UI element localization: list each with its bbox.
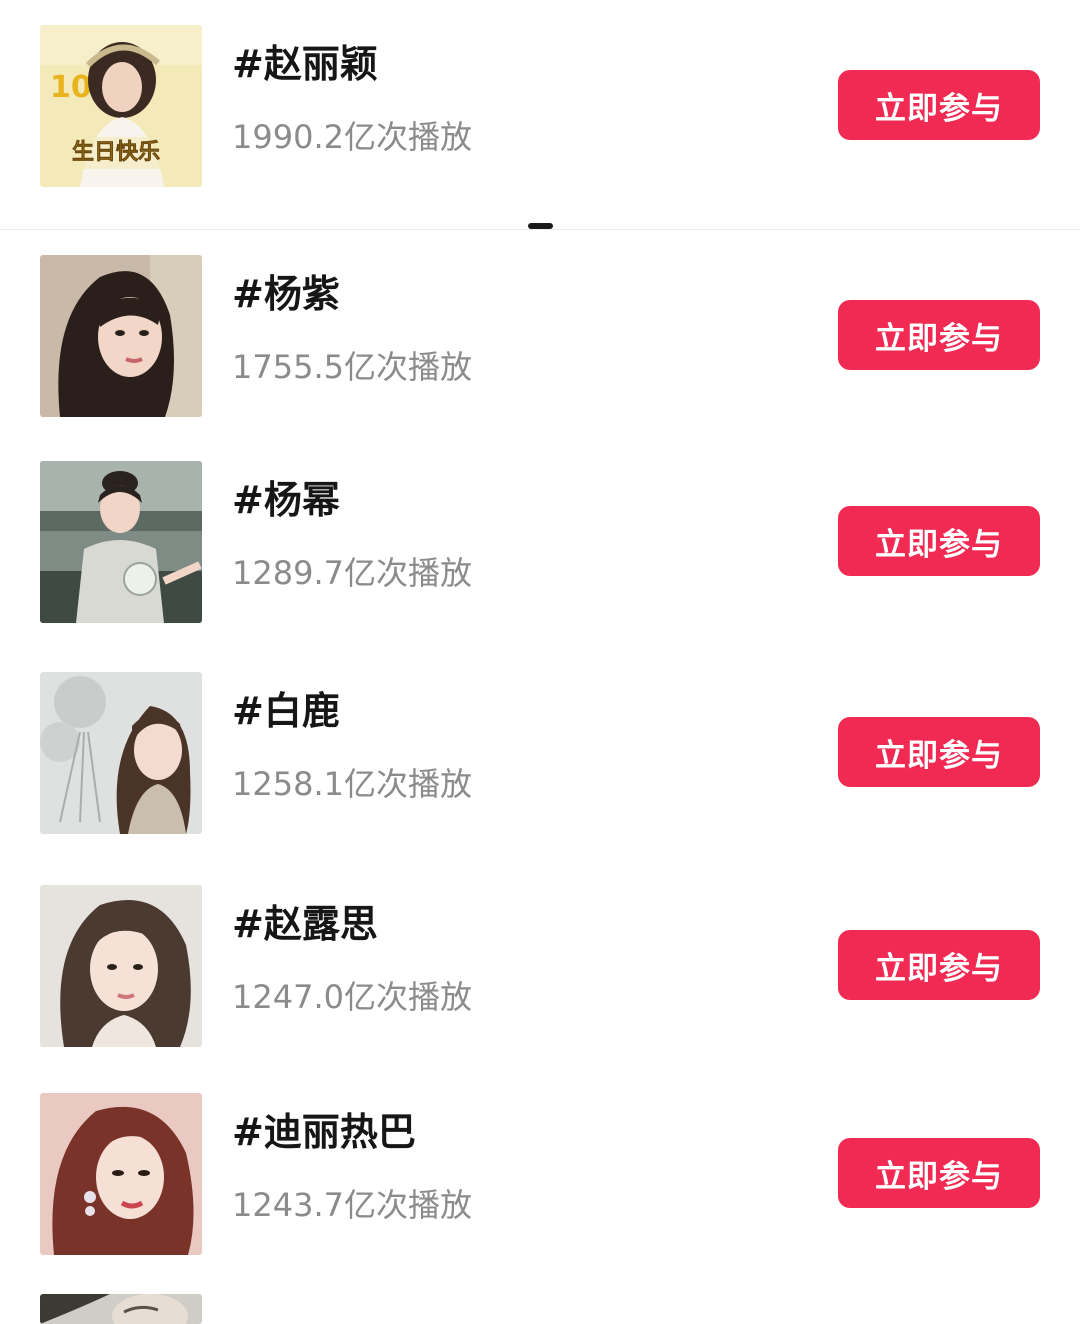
topic-title[interactable]: #杨紫 bbox=[232, 275, 340, 313]
join-button[interactable]: 立即参与 bbox=[838, 70, 1040, 140]
join-button[interactable]: 立即参与 bbox=[838, 1138, 1040, 1208]
topic-thumbnail[interactable] bbox=[40, 461, 202, 623]
topic-thumbnail[interactable] bbox=[40, 672, 202, 834]
avatar-photo bbox=[40, 672, 202, 834]
list-item[interactable]: #迪丽热巴 1243.7亿次播放 立即参与 bbox=[0, 1093, 1080, 1255]
divider bbox=[0, 229, 1080, 230]
avatar-photo bbox=[40, 1294, 202, 1324]
list-item[interactable] bbox=[0, 1294, 1080, 1324]
topic-thumbnail[interactable] bbox=[40, 885, 202, 1047]
join-button[interactable]: 立即参与 bbox=[838, 930, 1040, 1000]
play-count: 1247.0亿次播放 bbox=[232, 978, 472, 1016]
avatar-photo bbox=[40, 885, 202, 1047]
topic-list-screen: 1016 生日快乐 #赵丽颖 1990.2亿次播放 立即参与 bbox=[0, 0, 1080, 1324]
avatar-photo bbox=[40, 255, 202, 417]
topic-thumbnail[interactable] bbox=[40, 1294, 202, 1324]
topic-thumbnail[interactable] bbox=[40, 1093, 202, 1255]
topic-title[interactable]: #赵露思 bbox=[232, 905, 378, 943]
join-button[interactable]: 立即参与 bbox=[838, 300, 1040, 370]
join-button[interactable]: 立即参与 bbox=[838, 506, 1040, 576]
topic-title[interactable]: #赵丽颖 bbox=[232, 45, 378, 83]
avatar-photo bbox=[40, 461, 202, 623]
drag-handle-icon[interactable] bbox=[528, 223, 553, 229]
list-item[interactable]: #杨幂 1289.7亿次播放 立即参与 bbox=[0, 461, 1080, 623]
play-count: 1990.2亿次播放 bbox=[232, 118, 472, 156]
play-count: 1755.5亿次播放 bbox=[232, 348, 472, 386]
birthday-poster-image: 1016 生日快乐 bbox=[40, 25, 202, 187]
list-item[interactable]: #赵露思 1247.0亿次播放 立即参与 bbox=[0, 885, 1080, 1047]
play-count: 1258.1亿次播放 bbox=[232, 765, 472, 803]
topic-thumbnail[interactable] bbox=[40, 255, 202, 417]
list-item[interactable]: #白鹿 1258.1亿次播放 立即参与 bbox=[0, 672, 1080, 834]
play-count: 1243.7亿次播放 bbox=[232, 1186, 472, 1224]
topic-title[interactable]: #迪丽热巴 bbox=[232, 1113, 416, 1151]
join-button[interactable]: 立即参与 bbox=[838, 717, 1040, 787]
poster-caption: 生日快乐 bbox=[72, 140, 160, 165]
list-item[interactable]: #杨紫 1755.5亿次播放 立即参与 bbox=[0, 255, 1080, 417]
avatar-photo bbox=[40, 1093, 202, 1255]
play-count: 1289.7亿次播放 bbox=[232, 554, 472, 592]
topic-thumbnail[interactable]: 1016 生日快乐 bbox=[40, 25, 202, 187]
topic-title[interactable]: #杨幂 bbox=[232, 481, 340, 519]
topic-title[interactable]: #白鹿 bbox=[232, 692, 340, 730]
list-item[interactable]: 1016 生日快乐 #赵丽颖 1990.2亿次播放 立即参与 bbox=[0, 25, 1080, 187]
